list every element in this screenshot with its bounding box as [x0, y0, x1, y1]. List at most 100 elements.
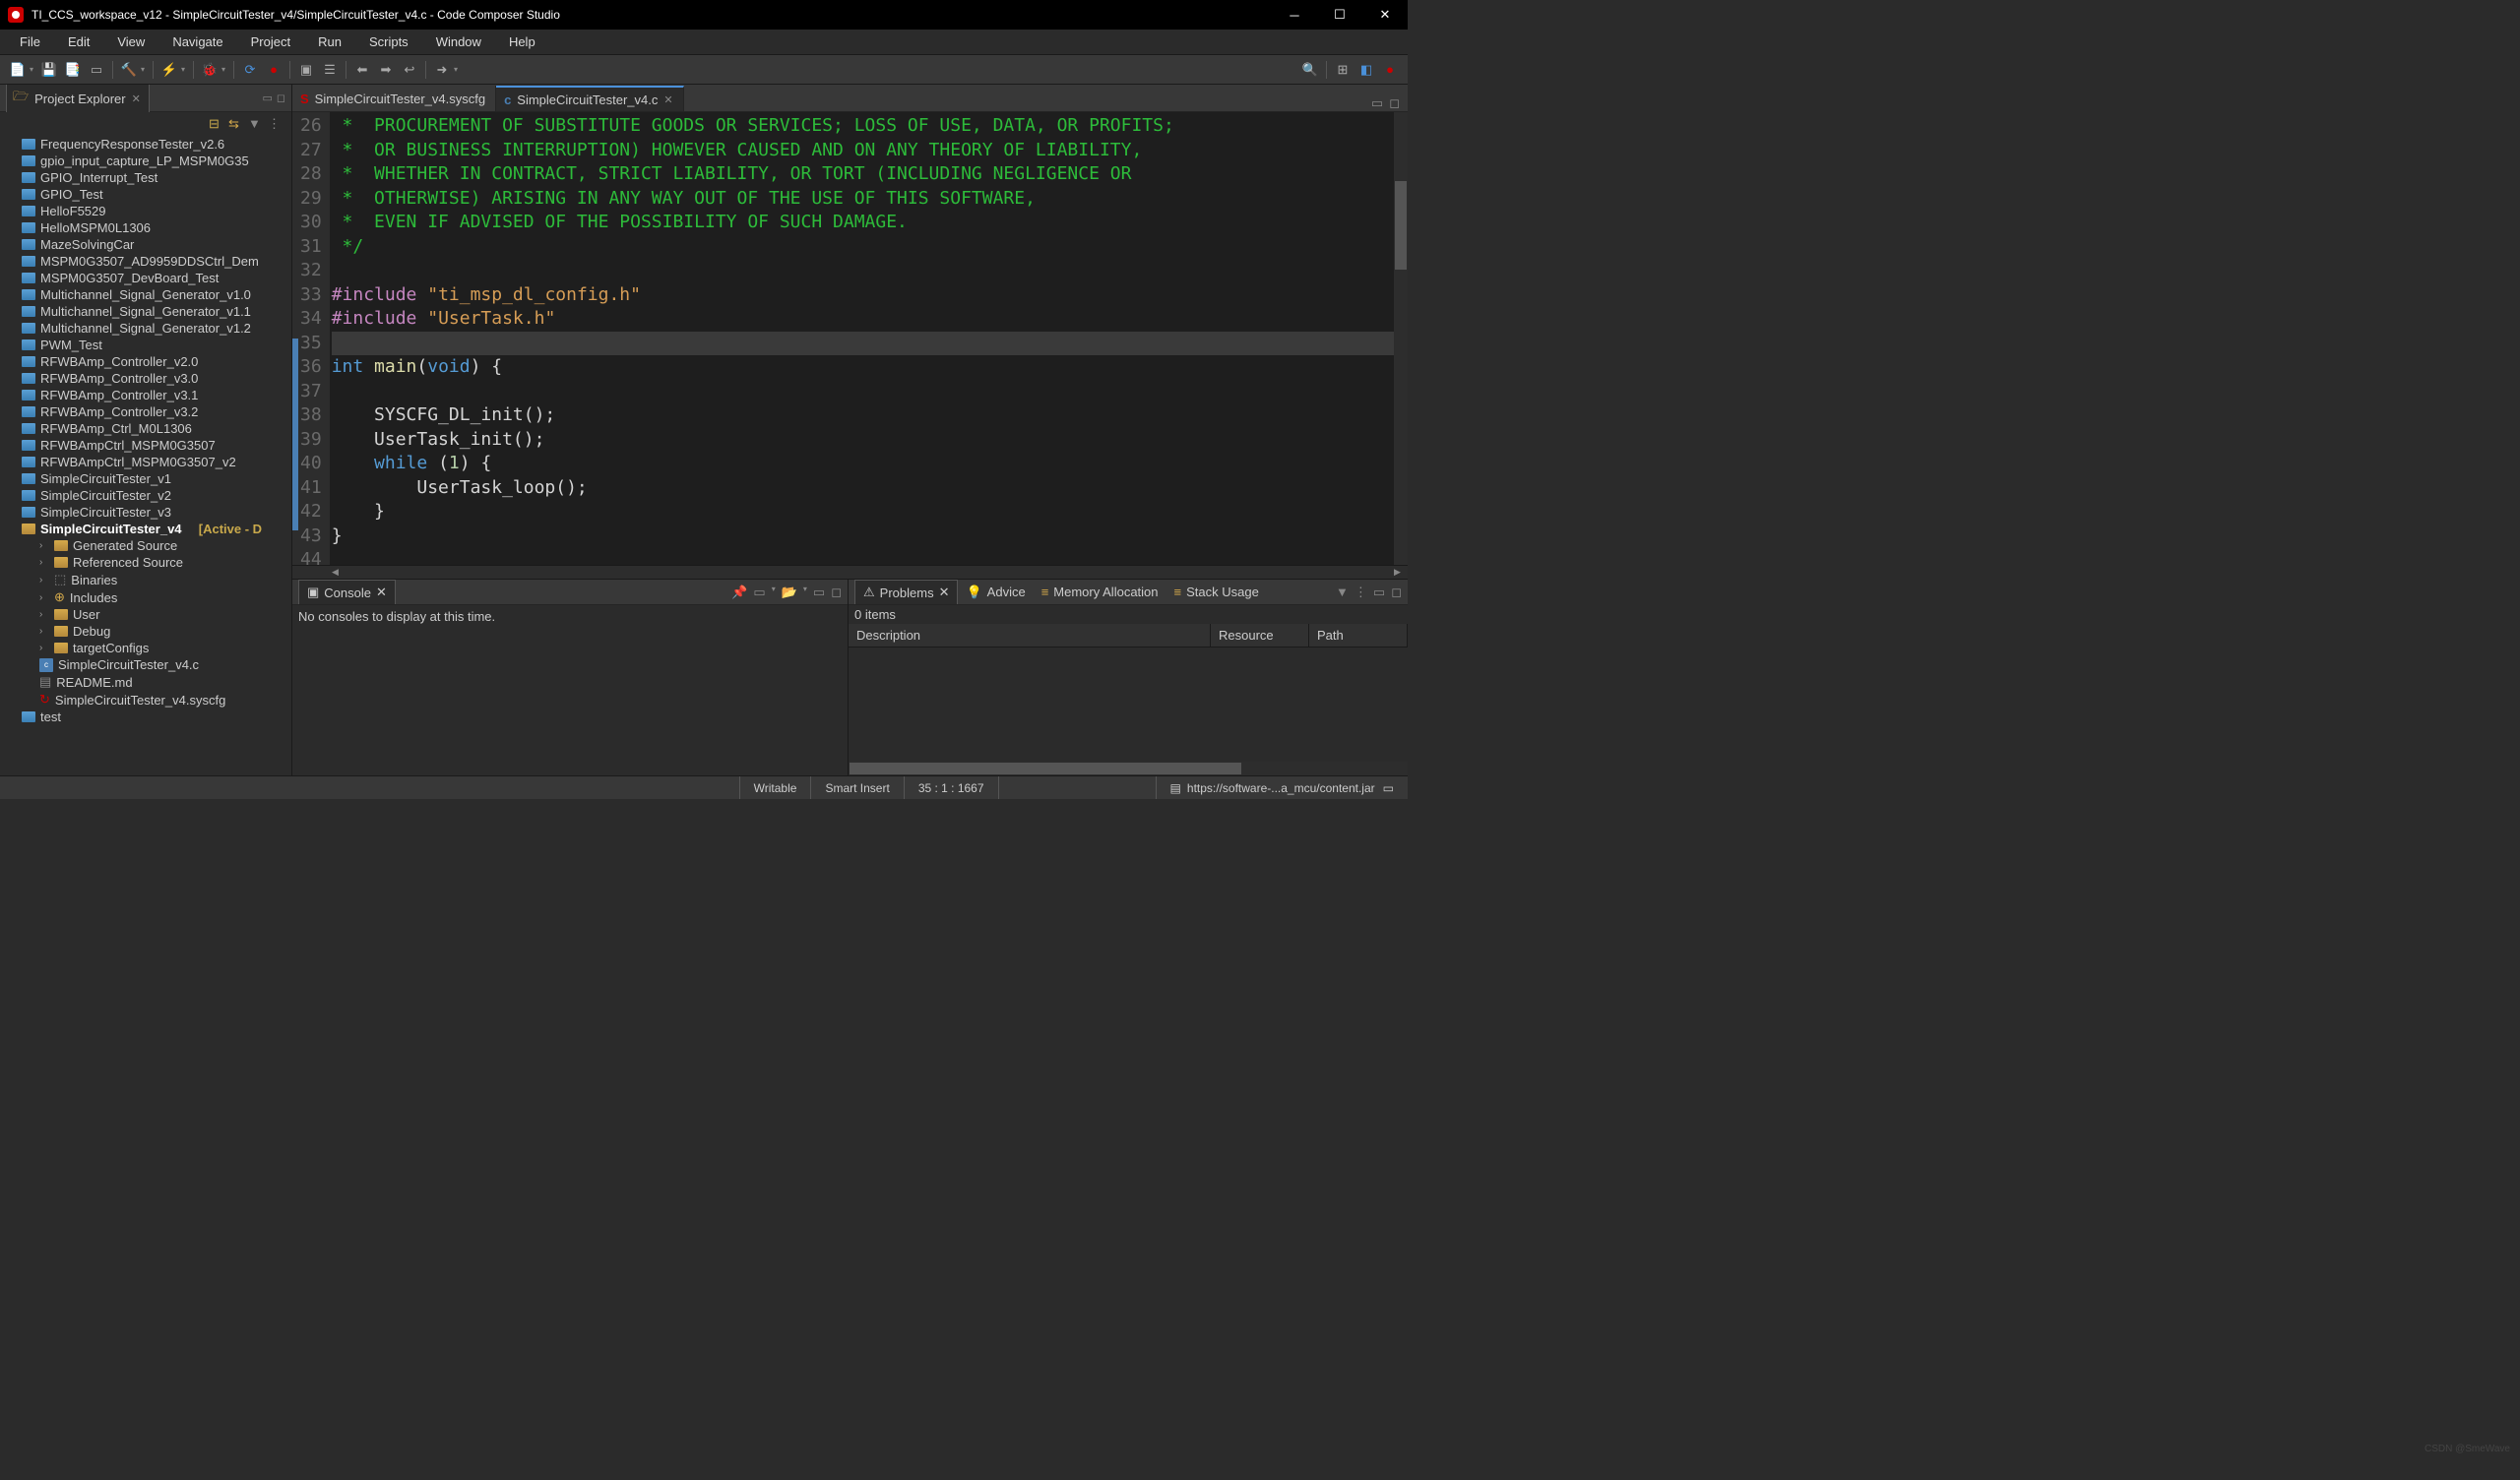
tree-project[interactable]: GPIO_Interrupt_Test: [4, 169, 291, 186]
search-icon[interactable]: 🔍: [1299, 59, 1321, 81]
tree-child[interactable]: ›Generated Source: [4, 537, 291, 554]
tree-project[interactable]: RFWBAmp_Ctrl_M0L1306: [4, 420, 291, 437]
tree-project[interactable]: Multichannel_Signal_Generator_v1.2: [4, 320, 291, 337]
tree-project[interactable]: Multichannel_Signal_Generator_v1.0: [4, 286, 291, 303]
forward-icon[interactable]: ➜: [431, 59, 453, 81]
menu-edit[interactable]: Edit: [54, 31, 103, 53]
tree-project[interactable]: RFWBAmp_Controller_v3.2: [4, 403, 291, 420]
refresh-icon[interactable]: ⟳: [239, 59, 261, 81]
nav-forward-icon[interactable]: ➡: [375, 59, 397, 81]
display-icon[interactable]: ▭: [753, 585, 765, 600]
expand-arrow-icon[interactable]: ›: [39, 592, 49, 603]
menu-navigate[interactable]: Navigate: [158, 31, 236, 53]
close-icon[interactable]: ✕: [939, 585, 950, 600]
nav-up-icon[interactable]: ↩: [399, 59, 420, 81]
tree-project[interactable]: RFWBAmpCtrl_MSPM0G3507_v2: [4, 454, 291, 470]
minimize-view-icon[interactable]: ▭: [813, 585, 825, 600]
expand-arrow-icon[interactable]: ›: [39, 557, 49, 568]
memory-allocation-tab[interactable]: ≡ Memory Allocation: [1034, 581, 1166, 603]
tree-project[interactable]: MazeSolvingCar: [4, 236, 291, 253]
link-icon[interactable]: ⇆: [228, 116, 244, 132]
tree-project[interactable]: FrequencyResponseTester_v2.6: [4, 136, 291, 153]
tree-project[interactable]: RFWBAmp_Controller_v3.1: [4, 387, 291, 403]
editor-tab[interactable]: cSimpleCircuitTester_v4.c✕: [496, 86, 684, 111]
close-icon[interactable]: ✕: [663, 93, 672, 106]
tree-child[interactable]: cSimpleCircuitTester_v4.c: [4, 656, 291, 673]
editor-vertical-scrollbar[interactable]: [1394, 112, 1408, 565]
toggle-icon[interactable]: ▭: [86, 59, 107, 81]
menu-view[interactable]: View: [103, 31, 158, 53]
tree-project[interactable]: HelloMSPM0L1306: [4, 219, 291, 236]
status-cursor-position[interactable]: 35 : 1 : 1667: [904, 776, 998, 799]
perspective-icon[interactable]: ⊞: [1332, 59, 1354, 81]
maximize-view-icon[interactable]: ◻: [277, 92, 285, 104]
minimize-view-icon[interactable]: ▭: [1373, 585, 1385, 600]
expand-arrow-icon[interactable]: ›: [39, 540, 49, 551]
tree-project[interactable]: SimpleCircuitTester_v3: [4, 504, 291, 521]
menu-scripts[interactable]: Scripts: [355, 31, 422, 53]
tree-project[interactable]: SimpleCircuitTester_v2: [4, 487, 291, 504]
expand-arrow-icon[interactable]: ›: [39, 626, 49, 637]
close-icon[interactable]: ✕: [376, 585, 387, 600]
tree-project[interactable]: gpio_input_capture_LP_MSPM0G35: [4, 153, 291, 169]
menu-project[interactable]: Project: [237, 31, 304, 53]
filter-icon[interactable]: ▼: [1336, 585, 1349, 600]
flash-icon[interactable]: ⚡: [158, 59, 180, 81]
project-explorer-tab[interactable]: 🗁 Project Explorer ✕: [6, 85, 150, 113]
list-icon[interactable]: ☰: [319, 59, 341, 81]
tree-project[interactable]: HelloF5529: [4, 203, 291, 219]
editor-horizontal-scrollbar[interactable]: ◀ ▶: [292, 565, 1408, 579]
maximize-button[interactable]: ☐: [1317, 0, 1362, 30]
menu-run[interactable]: Run: [304, 31, 355, 53]
tree-project[interactable]: MSPM0G3507_AD9959DDSCtrl_Dem: [4, 253, 291, 270]
editor-body[interactable]: 26272829303132333435363738394041424344 *…: [292, 112, 1408, 565]
menu-help[interactable]: Help: [495, 31, 549, 53]
stop-icon[interactable]: ●: [263, 59, 284, 81]
minimize-button[interactable]: ─: [1272, 0, 1317, 30]
build-icon[interactable]: 🔨: [118, 59, 140, 81]
tree-project-active[interactable]: SimpleCircuitTester_v4 [Active - D: [4, 521, 291, 537]
tree-child[interactable]: ›⬚Binaries: [4, 571, 291, 588]
menu-icon[interactable]: ⋮: [268, 116, 284, 132]
tree-project[interactable]: PWM_Test: [4, 337, 291, 353]
expand-arrow-icon[interactable]: ›: [39, 609, 49, 620]
expand-arrow-icon[interactable]: ›: [39, 643, 49, 653]
tree-child[interactable]: ›targetConfigs: [4, 640, 291, 656]
collapse-icon[interactable]: ⊟: [209, 116, 224, 132]
menu-icon[interactable]: ⋮: [1354, 585, 1367, 600]
close-icon[interactable]: ✕: [132, 92, 141, 105]
expand-arrow-icon[interactable]: ›: [39, 575, 49, 586]
menu-file[interactable]: File: [6, 31, 54, 53]
status-insert-mode[interactable]: Smart Insert: [810, 776, 903, 799]
perspective-ccs-icon[interactable]: ◧: [1355, 59, 1377, 81]
editor-tab[interactable]: SSimpleCircuitTester_v4.syscfg: [292, 86, 496, 111]
terminal-icon[interactable]: ▣: [295, 59, 317, 81]
maximize-view-icon[interactable]: ◻: [1391, 585, 1402, 600]
tree-project[interactable]: test: [4, 709, 291, 725]
maximize-view-icon[interactable]: ◻: [1389, 95, 1400, 111]
tree-project[interactable]: RFWBAmp_Controller_v3.0: [4, 370, 291, 387]
menu-window[interactable]: Window: [422, 31, 495, 53]
tree-child[interactable]: ▤README.md: [4, 673, 291, 691]
nav-back-icon[interactable]: ⬅: [351, 59, 373, 81]
tree-child[interactable]: ↻SimpleCircuitTester_v4.syscfg: [4, 691, 291, 709]
filter-icon[interactable]: ▼: [248, 116, 264, 132]
project-tree[interactable]: FrequencyResponseTester_v2.6gpio_input_c…: [0, 136, 291, 775]
maximize-view-icon[interactable]: ◻: [831, 585, 842, 600]
column-path[interactable]: Path: [1309, 624, 1408, 647]
new-icon[interactable]: 📄: [7, 59, 29, 81]
pin-icon[interactable]: 📌: [731, 585, 747, 600]
advice-tab[interactable]: 💡 Advice: [958, 581, 1033, 604]
minimize-view-icon[interactable]: ▭: [1371, 95, 1383, 111]
tree-project[interactable]: MSPM0G3507_DevBoard_Test: [4, 270, 291, 286]
save-icon[interactable]: 💾: [38, 59, 60, 81]
tree-child[interactable]: ›Referenced Source: [4, 554, 291, 571]
console-tab[interactable]: ▣ Console ✕: [298, 580, 396, 604]
minimize-view-icon[interactable]: ▭: [262, 92, 272, 104]
tree-project[interactable]: SimpleCircuitTester_v1: [4, 470, 291, 487]
problems-horizontal-scrollbar[interactable]: [849, 762, 1408, 775]
code-area[interactable]: * PROCUREMENT OF SUBSTITUTE GOODS OR SER…: [330, 112, 1408, 565]
column-resource[interactable]: Resource: [1211, 624, 1309, 647]
tree-project[interactable]: GPIO_Test: [4, 186, 291, 203]
stack-usage-tab[interactable]: ≡ Stack Usage: [1166, 581, 1267, 603]
